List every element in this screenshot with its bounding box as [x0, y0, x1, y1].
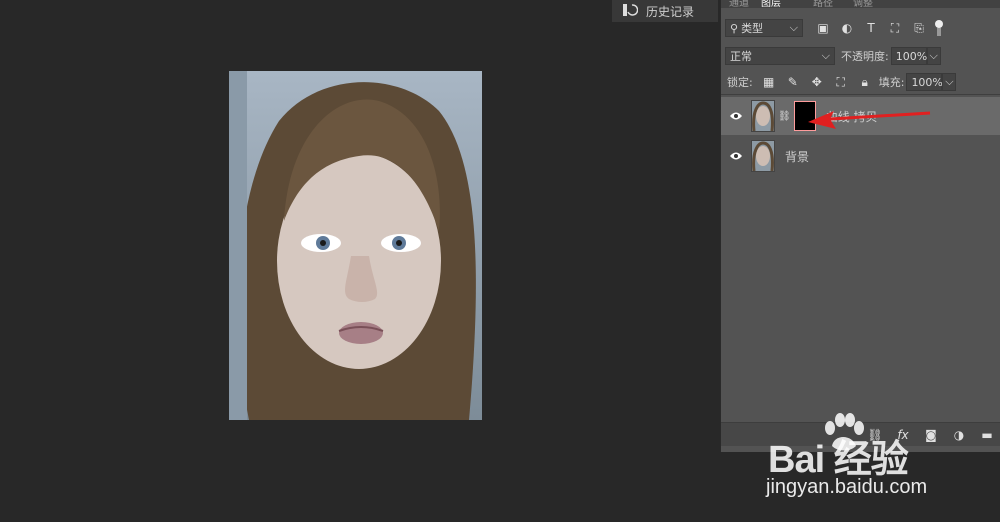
fill-label: 填充: [878, 76, 905, 89]
opacity-label: 不透明度: [841, 50, 889, 63]
history-icon [622, 3, 639, 20]
divider [721, 94, 1000, 95]
blend-mode-select[interactable]: 正常 ⌵ [725, 47, 835, 65]
lock-row: 锁定: ▦ ✎ ✥ ⛶ 🔒︎ 填充: 100% ⌵ [721, 72, 1000, 92]
chevron-down-icon: ⌵ [789, 21, 798, 34]
blend-mode-value: 正常 [730, 50, 752, 63]
tab-adjustments[interactable]: 调整 [853, 0, 873, 9]
opacity-input[interactable]: 100% [890, 47, 927, 65]
chevron-down-icon: ⌵ [945, 75, 954, 88]
layer-kind-filter[interactable]: ⚲ 类型 ⌵ [725, 19, 803, 37]
watermark-url: jingyan.baidu.com [766, 476, 928, 498]
history-tab-label: 历史记录 [646, 4, 695, 19]
filter-toggle-icon[interactable] [935, 20, 943, 36]
tab-layers[interactable]: 图层 [761, 0, 781, 9]
visibility-eye-icon[interactable] [721, 151, 751, 161]
search-icon: ⚲ [730, 21, 739, 35]
opacity-dropdown[interactable]: ⌵ [926, 47, 941, 65]
shape-filter-icon[interactable]: ⛶ [887, 20, 903, 36]
layer-thumbnail [751, 100, 775, 132]
portrait-photo [229, 71, 482, 420]
lock-artboard-icon[interactable]: ⛶ [833, 74, 849, 90]
layer-row[interactable]: 背景 [721, 137, 1000, 175]
watermark-logo: Bai 经验 [768, 439, 909, 481]
layer-thumbnail [751, 140, 775, 172]
tab-channels[interactable]: 通道 [729, 0, 749, 9]
blend-row: 正常 ⌵ 不透明度: 100% ⌵ [721, 46, 1000, 66]
fill-input[interactable]: 100% [906, 73, 943, 91]
red-arrow-annotation [808, 111, 931, 129]
chevron-down-icon: ⌵ [929, 49, 938, 62]
visibility-eye-icon[interactable] [721, 111, 751, 121]
layer-name[interactable]: 背景 [785, 148, 809, 165]
document-canvas[interactable] [0, 0, 720, 522]
adjustment-filter-icon[interactable]: ◐ [839, 20, 855, 36]
filter-row: ⚲ 类型 ⌵ ▣ ◐ T ⛶ ⎘ [721, 17, 1000, 39]
type-filter-icon[interactable]: T [863, 20, 879, 36]
kind-label: 类型 [741, 22, 764, 35]
lock-all-icon[interactable]: 🔒︎ [857, 74, 873, 90]
image-filter-icon[interactable]: ▣ [815, 20, 831, 36]
smart-object-filter-icon[interactable]: ⎘ [911, 20, 927, 36]
fill-dropdown[interactable]: ⌵ [942, 73, 957, 91]
panel-tabs: 通道 图层 路径 调整 [721, 0, 1000, 9]
lock-transparent-icon[interactable]: ▦ [761, 74, 777, 90]
chevron-down-icon: ⌵ [821, 49, 830, 62]
lock-image-icon[interactable]: ✎ [785, 74, 801, 90]
lock-label: 锁定: [727, 76, 753, 89]
history-panel-tab[interactable]: 历史记录 [612, 0, 718, 22]
mask-link-icon[interactable]: ⛓ [778, 111, 791, 122]
baidu-watermark: Bai 经验 jingyan.baidu.com [760, 410, 1000, 522]
tab-paths[interactable]: 路径 [813, 0, 833, 9]
layers-panel: 通道 图层 路径 调整 ⚲ 类型 ⌵ ▣ ◐ T ⛶ ⎘ 正常 ⌵ 不透明度: … [720, 0, 1000, 452]
lock-position-icon[interactable]: ✥ [809, 74, 825, 90]
